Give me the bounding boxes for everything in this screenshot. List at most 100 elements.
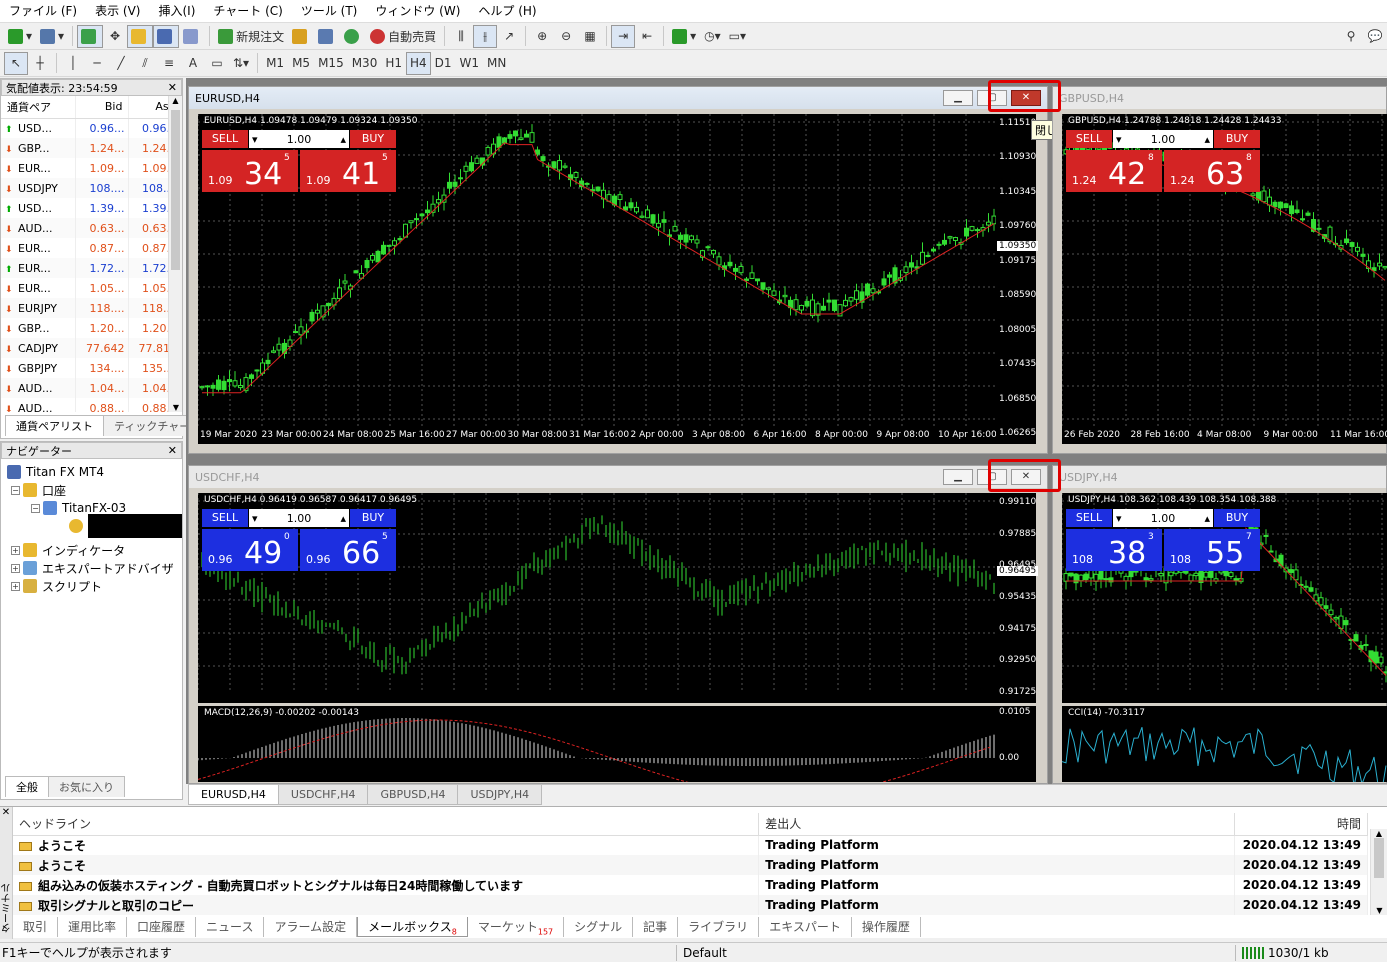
tf-H1[interactable]: H1	[381, 52, 406, 75]
chevron-down-icon[interactable]: ▾	[1116, 512, 1122, 525]
tab-journal[interactable]: 操作履歴	[852, 917, 921, 937]
crosshair-icon[interactable]: ┼	[28, 52, 52, 75]
mail-row[interactable]: ようこそ Trading Platform 2020.04.12 13:49	[13, 835, 1369, 855]
terminal-icon[interactable]	[153, 24, 180, 48]
zoom-in-icon[interactable]: ⊕	[530, 25, 554, 48]
buy-price[interactable]: 1.09 41 5	[300, 150, 396, 192]
chat-icon[interactable]: 💬	[1363, 25, 1387, 48]
signals-icon[interactable]	[340, 25, 366, 48]
sell-price[interactable]: 1.24 42 8	[1066, 150, 1162, 192]
tab-favorites[interactable]: お気に入り	[48, 776, 125, 797]
search-icon[interactable]: ⚲	[1339, 25, 1363, 48]
market-watch-row[interactable]: ⬇ EURJPY 118.... 118....	[1, 298, 182, 318]
expand-icon[interactable]: +	[11, 581, 20, 591]
vertical-line-icon[interactable]: │	[61, 52, 85, 75]
cci-subwindow[interactable]: CCI(14) -70.3117	[1061, 706, 1387, 792]
strategy-tester-icon[interactable]	[179, 25, 205, 48]
candlestick-icon[interactable]: ⫲	[473, 24, 498, 48]
market-watch-row[interactable]: ⬇ AUD... 0.88... 0.88...	[1, 398, 182, 412]
market-watch-row[interactable]: ⬆ USD... 0.96... 0.96...	[1, 118, 182, 138]
scrollbar[interactable]: ▲ ▼	[1370, 829, 1387, 915]
buy-price[interactable]: 0.96 66 5	[300, 529, 396, 571]
tab-usdchf[interactable]: USDCHF,H4	[277, 785, 369, 805]
lot-size-input[interactable]: ▾ 1.00 ▴	[249, 130, 349, 148]
chart-canvas[interactable]: EURUSD,H4 1.09478 1.09479 1.09324 1.0935…	[197, 114, 997, 444]
chevron-down-icon[interactable]: ▾	[1116, 133, 1122, 146]
mail-row[interactable]: 取引シグナルと取引のコピー Trading Platform 2020.04.12 …	[13, 895, 1369, 915]
tab-news[interactable]: ニュース	[196, 917, 265, 937]
tab-usdjpy[interactable]: USDJPY,H4	[457, 785, 543, 805]
lot-size-input[interactable]: ▾ 1.00 ▴	[249, 509, 349, 527]
chart-shift-icon[interactable]: ⇤	[635, 25, 659, 48]
nav-root[interactable]: Titan FX MT4	[7, 463, 182, 481]
buy-price[interactable]: 108 55 7	[1164, 529, 1260, 571]
navigator-icon[interactable]	[127, 24, 154, 48]
market-watch-row[interactable]: ⬇ AUD... 0.63... 0.63...	[1, 218, 182, 238]
tf-D1[interactable]: D1	[431, 52, 456, 75]
expand-icon[interactable]: +	[11, 563, 20, 573]
sell-button[interactable]: SELL	[1066, 130, 1112, 148]
chevron-up-icon[interactable]: ▴	[1204, 133, 1210, 146]
templates-icon[interactable]: ▭▾	[725, 25, 750, 48]
tf-M30[interactable]: M30	[348, 52, 382, 75]
tf-W1[interactable]: W1	[456, 52, 484, 75]
line-chart-icon[interactable]: ↗	[497, 25, 521, 48]
buy-button[interactable]: BUY	[1214, 130, 1260, 148]
collapse-icon[interactable]: −	[11, 485, 20, 495]
macd-subwindow[interactable]: MACD(12,26,9) -0.00202 -0.00143	[197, 706, 996, 797]
data-window-icon[interactable]: ✥	[103, 25, 127, 48]
tab-eurusd[interactable]: EURUSD,H4	[188, 785, 279, 805]
minimize-icon[interactable]: ▁	[943, 469, 973, 485]
auto-trading-button[interactable]: 自動売買	[366, 25, 440, 48]
sell-price[interactable]: 0.96 49 0	[202, 529, 298, 571]
new-order-button[interactable]: 新規注文	[214, 25, 288, 48]
periods-icon[interactable]: ◷▾	[700, 25, 725, 48]
tf-M15[interactable]: M15	[314, 52, 348, 75]
bar-chart-icon[interactable]: ⫼	[449, 25, 473, 48]
new-chart-icon[interactable]: ▾	[4, 25, 36, 48]
menu-chart[interactable]: チャート (C)	[204, 0, 291, 23]
column-header-time[interactable]: 時間	[1234, 813, 1369, 836]
buy-price[interactable]: 1.24 63 8	[1164, 150, 1260, 192]
market-watch-row[interactable]: ⬇ AUD... 1.04... 1.04...	[1, 378, 182, 398]
tab-alerts[interactable]: アラーム設定	[264, 917, 358, 937]
zoom-out-icon[interactable]: ⊖	[554, 25, 578, 48]
buy-button[interactable]: BUY	[350, 130, 396, 148]
metaeditor-icon[interactable]	[288, 25, 314, 48]
chevron-up-icon[interactable]: ▴	[340, 512, 346, 525]
channel-icon[interactable]: ⫽	[133, 52, 157, 75]
tf-M1[interactable]: M1	[262, 52, 288, 75]
market-watch-row[interactable]: ⬇ GBP... 1.24... 1.24...	[1, 138, 182, 158]
column-header-bid[interactable]: Bid	[75, 96, 130, 119]
market-watch-row[interactable]: ⬇ EUR... 0.87... 0.87...	[1, 238, 182, 258]
text-icon[interactable]: A	[181, 52, 205, 75]
menu-insert[interactable]: 挿入(I)	[149, 0, 204, 23]
chart-canvas[interactable]: USDCHF,H4 0.96419 0.96587 0.96417 0.9649…	[197, 493, 996, 703]
tab-market[interactable]: マーケット157	[468, 917, 565, 937]
column-header-from[interactable]: 差出人	[758, 813, 1235, 836]
chart-canvas[interactable]: GBPUSD,H4 1.24788 1.24818 1.24428 1.2443…	[1061, 114, 1387, 444]
market-watch-row[interactable]: ⬇ EUR... 1.05... 1.05...	[1, 278, 182, 298]
buy-button[interactable]: BUY	[350, 509, 396, 527]
cursor-icon[interactable]: ↖	[4, 51, 28, 75]
close-icon[interactable]: ✕	[168, 82, 177, 93]
menu-help[interactable]: ヘルプ (H)	[469, 0, 545, 23]
sell-button[interactable]: SELL	[1066, 509, 1112, 527]
chart-canvas[interactable]: USDJPY,H4 108.362 108.439 108.354 108.38…	[1061, 493, 1387, 703]
menu-file[interactable]: ファイル (F)	[0, 0, 86, 23]
minimize-icon[interactable]: ▁	[943, 90, 973, 106]
chevron-down-icon[interactable]: ▾	[252, 512, 258, 525]
tab-gbpusd[interactable]: GBPUSD,H4	[367, 785, 459, 805]
lot-size-input[interactable]: ▾ 1.00 ▴	[1113, 509, 1213, 527]
sell-price[interactable]: 1.09 34 5	[202, 150, 298, 192]
profiles-icon[interactable]: ▾	[36, 25, 68, 48]
sell-button[interactable]: SELL	[202, 130, 248, 148]
tile-windows-icon[interactable]: ▦	[578, 25, 602, 48]
nav-accounts[interactable]: − 口座	[7, 481, 182, 499]
close-icon[interactable]: ✕	[0, 807, 12, 818]
fibo-icon[interactable]: ≡	[157, 52, 181, 75]
arrows-icon[interactable]: ⇅▾	[229, 52, 253, 75]
trendline-icon[interactable]: ╱	[109, 52, 133, 75]
nav-indicators[interactable]: + インディケータ	[7, 541, 182, 559]
horizontal-line-icon[interactable]: ─	[85, 52, 109, 75]
